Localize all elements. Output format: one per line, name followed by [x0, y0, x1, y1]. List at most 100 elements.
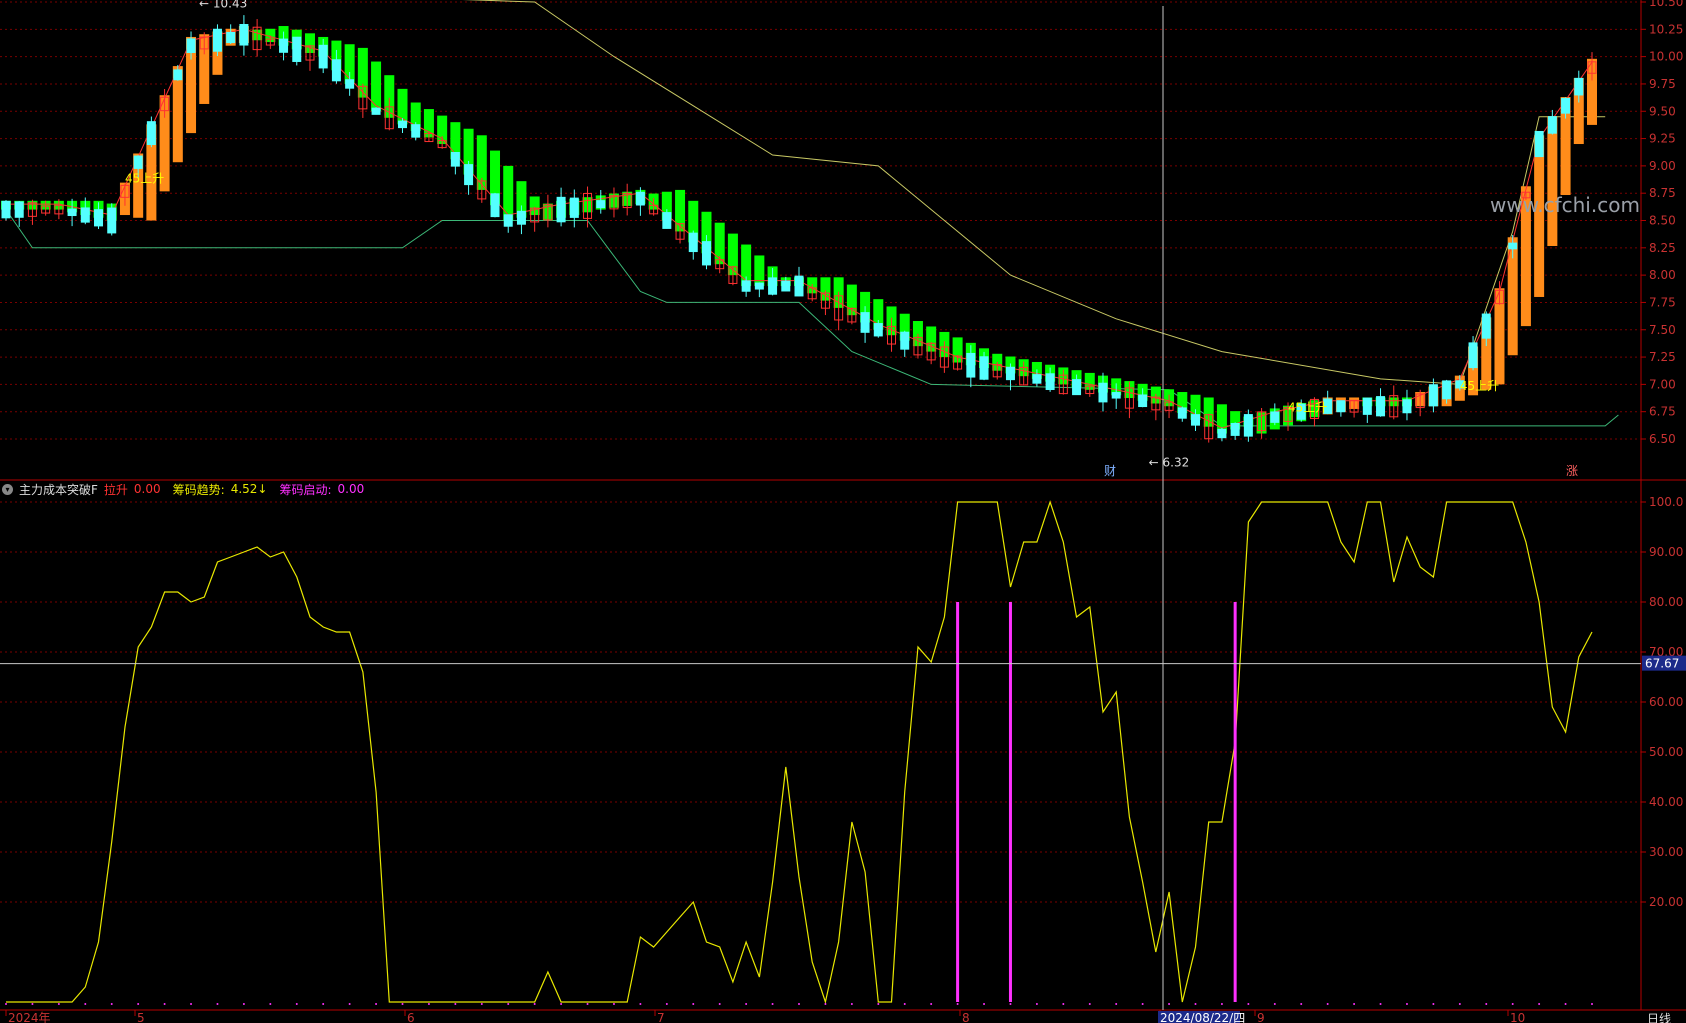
collapse-icon[interactable]: ▾ — [2, 483, 13, 495]
price-tick-label: 6.50 — [1649, 432, 1676, 446]
baseline-dot — [5, 1003, 7, 1005]
baseline-dot — [1035, 1003, 1038, 1005]
date-tick-label: 5 — [137, 1011, 145, 1023]
candle-body — [212, 28, 222, 52]
baseline-dot — [57, 1003, 60, 1005]
baseline-dot — [269, 1003, 272, 1005]
price-tick-label: 9.25 — [1649, 132, 1676, 146]
upper-envelope-line — [462, 0, 1606, 385]
price-grid — [0, 0, 1686, 1011]
stock-chart[interactable]: 10.50 10.25 10.00 9.75 9.50 9.25 9.00 8.75 8.50 8… — [0, 0, 1686, 1023]
candle-body — [371, 107, 381, 115]
baseline-dot — [612, 1003, 615, 1005]
baseline-dot — [877, 1003, 880, 1005]
baseline-dot — [242, 1003, 245, 1005]
baseline-dot — [190, 1003, 193, 1005]
info-text: 2024/08/22四 开 6.58 高 6.67 低 6.48 收 6.52 … — [6, 0, 671, 1]
baseline-dot — [348, 1003, 351, 1005]
candle-body — [1561, 97, 1571, 114]
indicator-axis: 100.090.0080.0070.0060.0050.0040.0030.00… — [1641, 495, 1683, 909]
candle-body — [516, 210, 526, 225]
baseline-dot — [745, 1003, 748, 1005]
candle-body — [398, 120, 407, 129]
candle-body — [794, 275, 804, 297]
baseline-dot — [84, 1003, 87, 1005]
date-tick-label: 8 — [962, 1011, 970, 1023]
baseline-dot — [1062, 1003, 1065, 1005]
candle-body — [1508, 242, 1518, 250]
candle-body — [873, 323, 883, 337]
candle-body — [226, 31, 236, 44]
baseline-dot — [137, 1003, 140, 1005]
crosshair-value-label: 67.67 — [1645, 657, 1679, 671]
candle-body — [1574, 77, 1584, 96]
price-axis: 10.50 10.25 10.00 9.75 9.50 9.25 9.00 8.75 8.50 8… — [1641, 0, 1683, 446]
baseline-dot — [718, 1003, 721, 1005]
baseline-dot — [692, 1003, 695, 1005]
price-tick-label: 8.75 — [1649, 186, 1676, 200]
baseline-dot — [1538, 1003, 1541, 1005]
candle-body — [1005, 366, 1015, 381]
baseline-dot — [930, 1003, 933, 1005]
candle-body — [94, 209, 104, 227]
baseline-dot — [1220, 1003, 1223, 1005]
baseline-dot — [1009, 1003, 1012, 1005]
indicator-tick-label: 100.0 — [1649, 495, 1683, 509]
price-tick-label: 8.25 — [1649, 241, 1676, 255]
candle-body — [860, 312, 870, 333]
candle-body — [1481, 313, 1491, 339]
candle-body — [146, 121, 156, 146]
candle-body — [345, 79, 355, 89]
watermark: www.cfchi.com — [1490, 193, 1640, 217]
baseline-dot — [322, 1003, 325, 1005]
indicator-item-trend-label: 筹码趋势: — [172, 482, 225, 497]
signal-label: 45上升 — [125, 171, 164, 185]
baseline-dot — [1115, 1003, 1118, 1005]
crosshair: 67.67 — [0, 6, 1686, 1010]
period-button: 日线 — [1647, 1012, 1671, 1023]
baseline-dot — [1300, 1003, 1303, 1005]
candle-body — [239, 24, 249, 46]
baseline-dot — [216, 1003, 219, 1005]
candle-body — [14, 201, 24, 218]
baseline-dot — [1353, 1003, 1356, 1005]
candle-body — [133, 155, 143, 169]
baseline-dot — [110, 1003, 113, 1005]
price-tick-label: 7.00 — [1649, 377, 1676, 391]
baseline-dot — [1511, 1003, 1514, 1005]
indicator-title-bar: ▾ 主力成本突破F 拉升 0.00 筹码趋势: 4.52↓ 筹码启动: 0.00 — [0, 480, 364, 498]
candle-body — [1217, 428, 1227, 439]
candle-body — [186, 38, 196, 53]
baseline-dot — [1273, 1003, 1276, 1005]
baseline-dot — [639, 1003, 642, 1005]
indicator-series — [5, 500, 1593, 1005]
candle-body — [1, 200, 11, 219]
indicator-name[interactable]: 主力成本突破F — [19, 481, 98, 498]
signal-label: 45上升 — [1460, 379, 1499, 393]
candle-body — [688, 232, 698, 253]
price-tick-label: 9.75 — [1649, 77, 1676, 91]
indicator-tick-label: 90.00 — [1649, 545, 1683, 559]
candle-body — [596, 200, 606, 209]
candle-body — [1547, 116, 1557, 134]
orange-band-block — [1547, 116, 1558, 246]
baseline-dot — [1326, 1003, 1329, 1005]
chip-trend-line — [6, 500, 1593, 1005]
candle-body — [662, 212, 672, 229]
date-tick-label: 7 — [657, 1011, 665, 1023]
green-band-block — [371, 61, 382, 112]
baseline-dot — [1405, 1003, 1408, 1005]
date-tick-label: 10 — [1510, 1011, 1525, 1023]
baseline-dot — [1141, 1003, 1144, 1005]
candle-body — [107, 207, 117, 234]
candle-body — [1468, 342, 1478, 369]
price-tick-label: 10.50 — [1649, 0, 1683, 9]
candle-body — [781, 280, 791, 292]
price-tick-label: 6.75 — [1649, 405, 1676, 419]
high-price-label: ← 10.43 — [199, 0, 247, 10]
low-price-label: ← 6.32 — [1149, 456, 1190, 470]
candle-body — [1045, 373, 1055, 391]
indicator-item-lashen-label: 拉升 — [103, 482, 128, 497]
baseline-dot — [771, 1003, 774, 1005]
candle-body — [741, 280, 751, 292]
